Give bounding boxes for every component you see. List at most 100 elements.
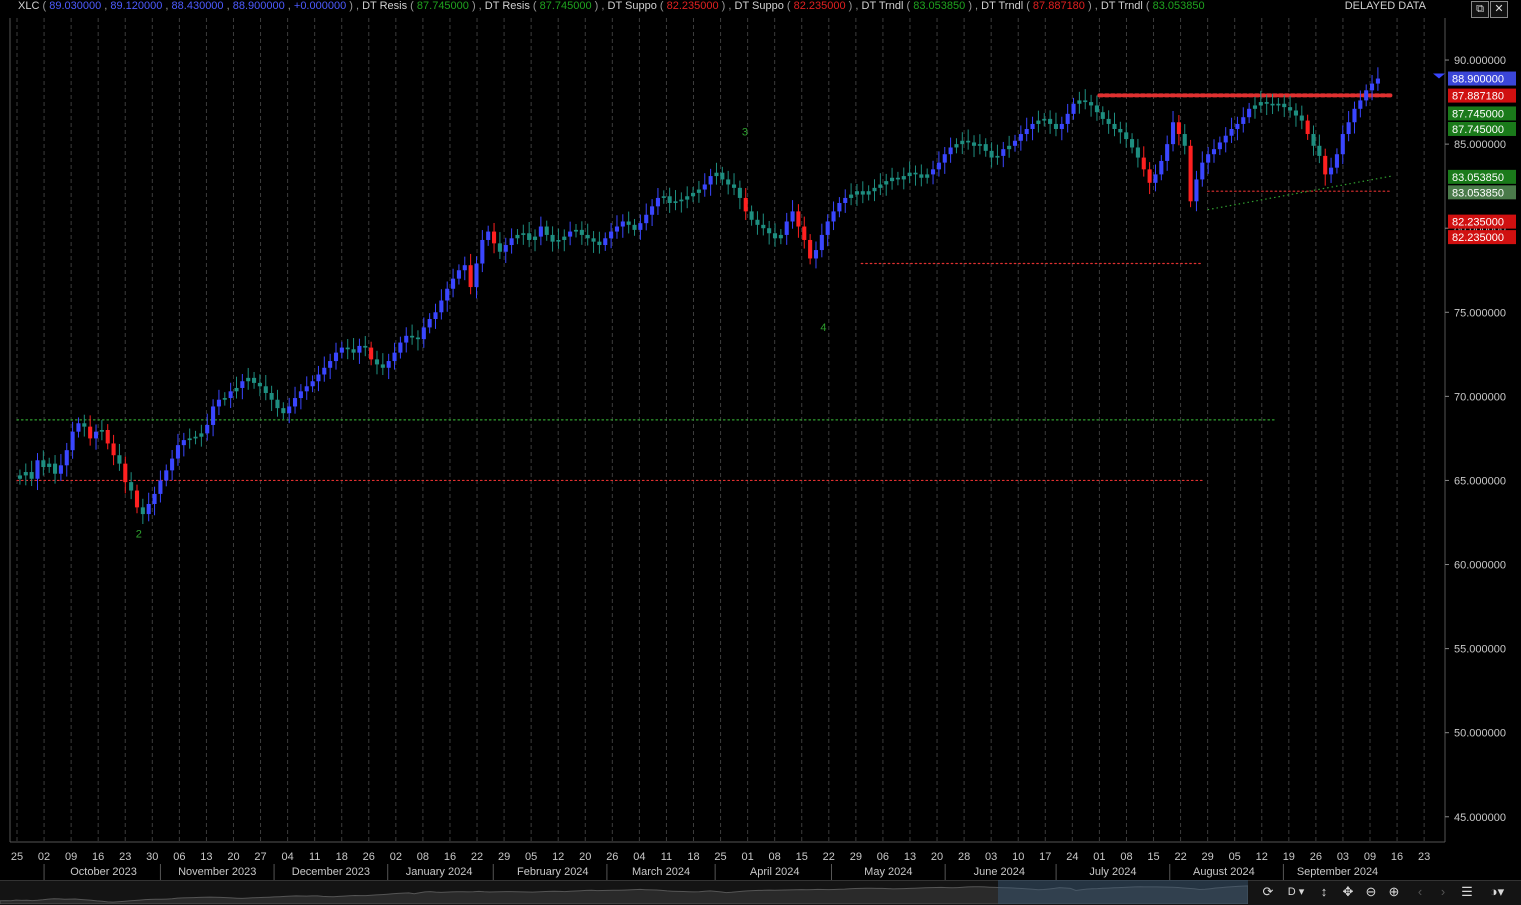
navigator-strip[interactable] (0, 880, 1248, 904)
date-tick-label: 06 (877, 851, 889, 863)
candle-body (152, 493, 157, 504)
candle-body (316, 374, 321, 382)
candle-body (655, 197, 660, 207)
date-tick-label: 16 (444, 851, 456, 863)
candle-body (111, 443, 116, 456)
palette-icon[interactable]: ◑▾ (1484, 882, 1510, 902)
candle-body (1059, 123, 1064, 129)
date-tick-label: 01 (1093, 851, 1105, 863)
scroll-right-icon[interactable]: › (1433, 882, 1453, 902)
period-selector[interactable]: D ▾ (1283, 882, 1309, 902)
candle-body (298, 391, 303, 399)
candle-body (714, 172, 719, 177)
candle-body (1276, 103, 1281, 106)
candle-body (977, 144, 982, 146)
price-badge-value: 82.235000 (1452, 232, 1504, 244)
date-tick-label: 22 (471, 851, 483, 863)
candle-body (503, 245, 508, 252)
candle-body (29, 472, 34, 479)
candle-body (140, 507, 145, 515)
candle-body (433, 312, 438, 320)
candle-body (884, 181, 889, 185)
pan-icon[interactable]: ✥ (1338, 882, 1358, 902)
candle-body (1241, 117, 1246, 124)
candle-body (609, 231, 614, 239)
month-label: July 2024 (1089, 866, 1136, 878)
candle-body (445, 288, 450, 301)
candle-body (1317, 145, 1322, 156)
candle-body (679, 199, 684, 202)
date-tick-label: 18 (687, 851, 699, 863)
candle-body (363, 345, 368, 348)
candle-body (1147, 169, 1152, 183)
candle-body (620, 221, 625, 227)
candle-body (1083, 100, 1088, 103)
candle-body (205, 424, 210, 434)
candle-body (556, 239, 561, 242)
candle-body (404, 335, 409, 343)
vertical-scale-icon[interactable]: ↕ (1314, 882, 1334, 902)
date-tick-label: 25 (714, 851, 726, 863)
candle-body (685, 196, 690, 200)
menu-icon[interactable]: ☰ (1457, 882, 1477, 902)
candle-body (333, 352, 339, 362)
date-tick-label: 09 (1364, 851, 1376, 863)
date-tick-label: 17 (1039, 851, 1051, 863)
month-label: April 2024 (750, 866, 800, 878)
candle-body (292, 398, 298, 407)
candle-body (369, 347, 374, 360)
candle-body (328, 361, 333, 368)
date-tick-label: 09 (65, 851, 77, 863)
candle-body (1165, 144, 1170, 161)
candle-body (52, 463, 58, 474)
candle-body (942, 154, 947, 163)
candle-body (720, 172, 725, 180)
candle-body (263, 386, 268, 394)
candle-body (1036, 120, 1041, 124)
candle-body (1089, 102, 1094, 106)
candle-body (134, 490, 140, 508)
zoom-out-icon[interactable]: ⊖ (1361, 882, 1381, 902)
candle-body (802, 226, 807, 240)
date-tick-label: 11 (661, 851, 672, 863)
navigator-window[interactable] (998, 880, 1248, 904)
candle-body (638, 223, 643, 230)
candle-body (1364, 90, 1369, 101)
refresh-icon[interactable]: ⟳ (1258, 882, 1278, 902)
date-tick-label: 16 (1391, 851, 1403, 863)
candle-body (345, 347, 350, 350)
candle-body (948, 147, 953, 155)
candle-body (866, 191, 871, 195)
candle-body (1369, 83, 1375, 91)
candle-body (936, 162, 941, 170)
candle-body (439, 300, 444, 313)
candle-body (1071, 103, 1076, 114)
date-tick-label: 05 (525, 851, 537, 863)
price-badge-value: 83.053850 (1452, 187, 1504, 199)
candle-body (1007, 145, 1012, 150)
date-tick-label: 20 (227, 851, 239, 863)
candle-body (88, 426, 93, 439)
price-chart[interactable]: 25 02 09 16 23 30 06 13 20 27 04 11 18 26 02 08 16 22 29 05… (0, 0, 1521, 880)
candle-body (1024, 128, 1029, 135)
candle-body (550, 234, 555, 242)
date-tick-label: 29 (1202, 851, 1214, 863)
candle-body (573, 229, 579, 232)
candle-body (1100, 112, 1105, 119)
date-tick-label: 20 (931, 851, 943, 863)
candle-body (17, 475, 22, 479)
candle-body (825, 221, 830, 235)
date-tick-label: 11 (309, 851, 320, 863)
zoom-in-icon[interactable]: ⊕ (1384, 882, 1404, 902)
date-tick-label: 30 (146, 851, 158, 863)
candle-body (843, 197, 848, 203)
candle-body (1170, 122, 1176, 145)
price-tick-label: 55.000000 (1454, 644, 1506, 656)
last-price-marker (1433, 73, 1445, 79)
candle-body (532, 236, 538, 240)
candle-body (1194, 179, 1199, 202)
candle-body (304, 386, 309, 392)
candle-body (246, 377, 251, 382)
candle-body (1270, 103, 1275, 106)
scroll-left-icon[interactable]: ‹ (1410, 882, 1430, 902)
